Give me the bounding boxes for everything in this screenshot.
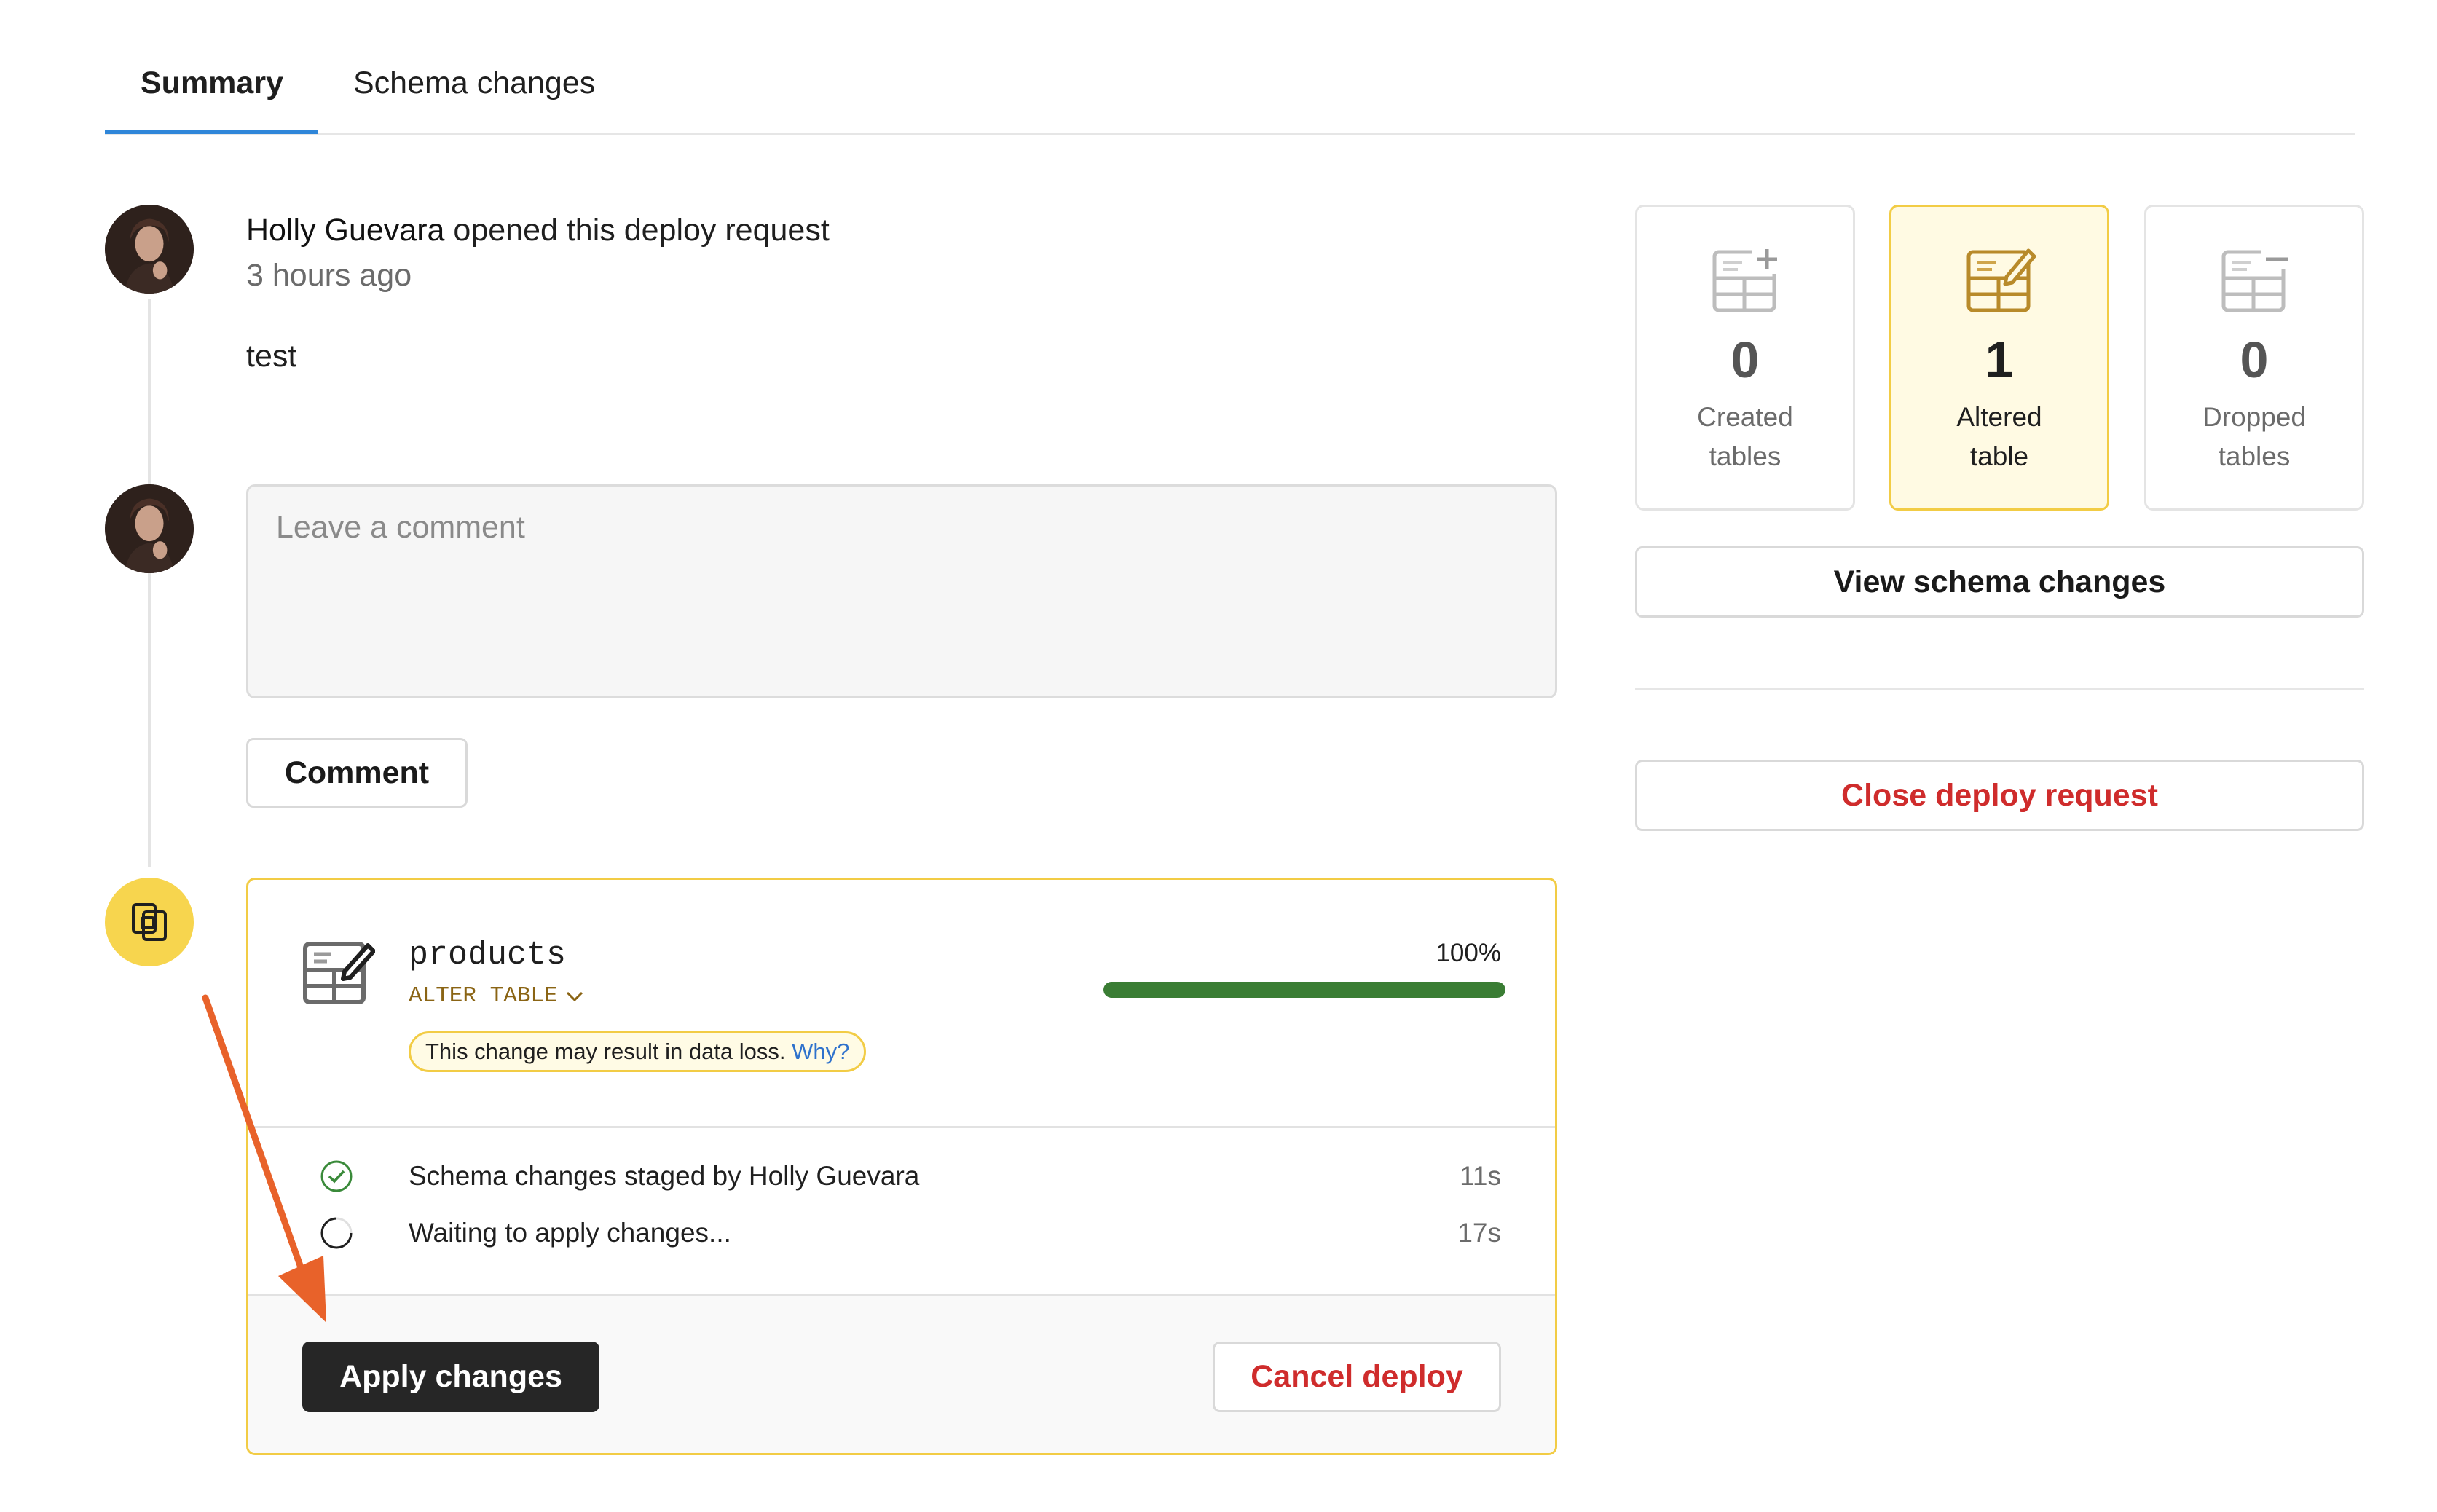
- comment-input[interactable]: [248, 487, 1555, 696]
- step-row: Waiting to apply changes... 17s: [248, 1208, 1555, 1259]
- step-time: 17s: [1457, 1218, 1501, 1248]
- operation-toggle[interactable]: ALTER TABLE: [409, 980, 584, 1012]
- event-user-name[interactable]: Holly Guevara: [246, 213, 444, 248]
- step-label: Waiting to apply changes...: [409, 1218, 731, 1248]
- deploy-card: products ALTER TABLE This change may res…: [246, 878, 1557, 1455]
- progress-percentage: 100%: [1436, 939, 1501, 967]
- check-circle-icon: [320, 1160, 353, 1192]
- step-time: 11s: [1460, 1161, 1501, 1191]
- table-add-icon: [1712, 245, 1782, 312]
- stat-number: 0: [2240, 331, 2269, 388]
- deploy-request-icon: [132, 903, 167, 941]
- avatar-image: [105, 484, 194, 573]
- card-divider: [248, 1126, 1555, 1128]
- stat-dropped-tables: 0 Dropped tables: [2144, 205, 2364, 511]
- operation-label: ALTER TABLE: [409, 983, 558, 1009]
- event-description: Holly Guevara opened this deploy request: [246, 208, 830, 252]
- stat-label: Dropped tables: [2146, 398, 2362, 476]
- stat-label: Created tables: [1637, 398, 1853, 476]
- stat-label-line: tables: [2218, 441, 2291, 471]
- deploy-icon: [105, 878, 194, 966]
- comment-button[interactable]: Comment: [246, 738, 468, 808]
- stat-label-line: Created: [1697, 402, 1793, 432]
- active-tab-indicator: [105, 130, 318, 134]
- progress-fill: [1103, 982, 1505, 998]
- progress-bar: [1103, 982, 1505, 998]
- view-schema-changes-button[interactable]: View schema changes: [1635, 546, 2364, 618]
- stat-label-line: table: [1969, 441, 2029, 471]
- warning-text: This change may result in data loss.: [425, 1039, 786, 1064]
- why-link[interactable]: Why?: [792, 1039, 849, 1064]
- data-loss-warning: This change may result in data loss. Why…: [409, 1031, 867, 1072]
- stat-label-line: Altered: [1956, 402, 2042, 432]
- avatar: [105, 205, 194, 294]
- event-body: test: [246, 339, 297, 374]
- apply-changes-button[interactable]: Apply changes: [302, 1342, 599, 1412]
- event-timestamp: 3 hours ago: [246, 258, 412, 293]
- stat-label: Altered table: [1891, 398, 2107, 476]
- stat-label-line: tables: [1709, 441, 1782, 471]
- tab-schema-changes[interactable]: Schema changes: [353, 61, 595, 105]
- tab-summary[interactable]: Summary: [141, 61, 283, 105]
- chevron-down-icon: [566, 991, 583, 1002]
- stat-number: 0: [1731, 331, 1760, 388]
- timeline-line: [148, 299, 151, 867]
- stat-created-tables: 0 Created tables: [1635, 205, 1855, 511]
- avatar-image: [105, 205, 194, 294]
- stat-number: 1: [1985, 331, 2014, 388]
- stat-altered-tables: 1 Altered table: [1889, 205, 2109, 511]
- stat-label-line: Dropped: [2202, 402, 2306, 432]
- table-name: products: [409, 937, 567, 974]
- event-action: opened this deploy request: [453, 213, 830, 248]
- close-deploy-request-button[interactable]: Close deploy request: [1635, 760, 2364, 831]
- avatar: [105, 484, 194, 573]
- table-edit-icon: [303, 942, 375, 1004]
- step-row: Schema changes staged by Holly Guevara 1…: [248, 1151, 1555, 1202]
- spinner-icon: [320, 1217, 353, 1249]
- table-edit-icon: [1966, 248, 2036, 312]
- deploy-summary: products ALTER TABLE This change may res…: [248, 880, 1555, 1126]
- step-label: Schema changes staged by Holly Guevara: [409, 1161, 920, 1191]
- cancel-deploy-button[interactable]: Cancel deploy: [1213, 1342, 1501, 1412]
- table-remove-icon: [2221, 249, 2291, 312]
- section-divider: [1635, 688, 2364, 690]
- deploy-actions: Apply changes Cancel deploy: [248, 1296, 1555, 1453]
- tabs-divider: [105, 133, 2355, 135]
- comment-field-wrapper: [246, 484, 1557, 698]
